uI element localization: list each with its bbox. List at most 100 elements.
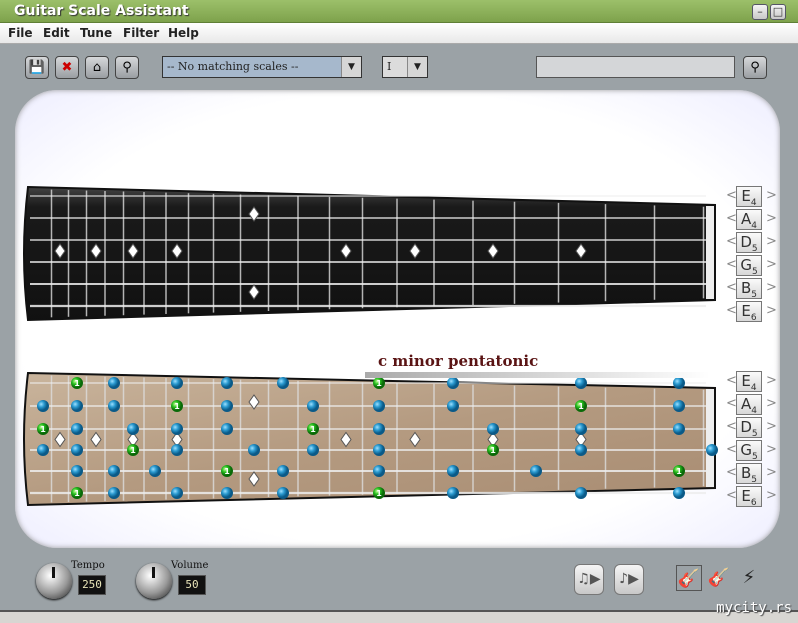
fretboards: 1 1 1 1 1 1 1 1 1 1 1 1	[23, 185, 718, 507]
tune-up-button[interactable]: >	[766, 396, 777, 411]
status-bar	[0, 610, 798, 623]
tune-up-button[interactable]: >	[766, 280, 777, 295]
tempo-knob[interactable]	[36, 563, 72, 599]
scale-note-dot	[307, 444, 319, 456]
play-chord-button[interactable]: ♪▶	[614, 564, 644, 595]
scale-note-dot	[373, 465, 385, 477]
tune-up-button[interactable]: >	[766, 419, 777, 434]
scale-note-dot	[71, 465, 83, 477]
electric-guitar-button[interactable]: 🎸	[706, 565, 732, 591]
root-note-label: 1	[74, 379, 80, 388]
play-scale-button[interactable]: ♫▶	[574, 564, 604, 595]
scale-note-dot	[673, 487, 685, 499]
scale-note-dot	[221, 377, 233, 389]
scale-note-dot	[108, 487, 120, 499]
tune-up-button[interactable]: >	[766, 488, 777, 503]
electric-guitar-icon: 🎸	[707, 567, 731, 588]
string-tuning-label: E6	[736, 486, 762, 508]
scale-note-dot	[575, 423, 587, 435]
acoustic-guitar-icon: 🎸	[677, 568, 701, 589]
scale-note-dot	[373, 423, 385, 435]
scale-note-dot	[108, 465, 120, 477]
scale-note-dot	[530, 465, 542, 477]
scale-note-dot	[575, 444, 587, 456]
scale-note-dot	[447, 400, 459, 412]
scale-note-dot	[373, 444, 385, 456]
acoustic-guitar-button[interactable]: 🎸	[676, 565, 702, 591]
root-note-label: 1	[676, 467, 682, 476]
scale-note-dot	[575, 377, 587, 389]
volume-knob[interactable]	[136, 563, 172, 599]
watermark: mycity.rs	[716, 600, 792, 616]
scale-note-dot	[37, 400, 49, 412]
string-tuning-label: B5	[736, 463, 762, 485]
scale-note-dot	[307, 400, 319, 412]
tune-up-button[interactable]: >	[766, 373, 777, 388]
scale-note-dot	[149, 465, 161, 477]
scale-note-dot	[171, 444, 183, 456]
scale-note-dot	[71, 423, 83, 435]
root-note-label: 1	[224, 467, 230, 476]
volume-display: 50	[178, 575, 206, 595]
string-tuning-label: G5	[736, 440, 762, 462]
string-tuning-label: E4	[736, 186, 762, 208]
root-note-label: 1	[74, 489, 80, 498]
string-tuning-label: D5	[736, 417, 762, 439]
scale-note-dot	[447, 487, 459, 499]
upper-fretboard	[23, 185, 716, 322]
scale-note-dot	[108, 377, 120, 389]
lower-fretboard	[23, 371, 716, 507]
root-note-label: 1	[376, 489, 382, 498]
scale-note-dot	[71, 400, 83, 412]
volume-label: Volume	[171, 560, 209, 571]
scale-note-dot	[706, 444, 718, 456]
string-tuning-label: D5	[736, 232, 762, 254]
scale-note-dot	[221, 400, 233, 412]
tune-up-button[interactable]: >	[766, 442, 777, 457]
tune-up-button[interactable]: >	[766, 465, 777, 480]
scale-note-dot	[221, 423, 233, 435]
string-tuning-label: E4	[736, 371, 762, 393]
scale-note-dot	[108, 400, 120, 412]
tune-up-button[interactable]: >	[766, 257, 777, 272]
string-tuning-label: G5	[736, 255, 762, 277]
string-tuning-label: A4	[736, 394, 762, 416]
scale-note-dot	[277, 377, 289, 389]
scale-note-dot	[37, 444, 49, 456]
play-chord-icon: ♪▶	[619, 571, 639, 587]
root-note-label: 1	[376, 379, 382, 388]
scale-note-dot	[127, 423, 139, 435]
scale-note-dot	[673, 400, 685, 412]
string-tuning-label: A4	[736, 209, 762, 231]
scale-note-dot	[487, 423, 499, 435]
root-note-label: 1	[174, 402, 180, 411]
scale-note-dot	[673, 377, 685, 389]
flying-v-guitar-button[interactable]: ⚡	[736, 565, 762, 591]
tune-up-button[interactable]: >	[766, 234, 777, 249]
scale-note-dot	[248, 444, 260, 456]
string-tuning-label: B5	[736, 278, 762, 300]
root-note-label: 1	[130, 446, 136, 455]
root-note-label: 1	[40, 425, 46, 434]
scale-note-dot	[277, 487, 289, 499]
scale-note-dot	[373, 400, 385, 412]
nut	[706, 389, 714, 487]
tune-up-button[interactable]: >	[766, 211, 777, 226]
scale-note-dot	[447, 465, 459, 477]
scale-note-dot	[171, 423, 183, 435]
tune-up-button[interactable]: >	[766, 188, 777, 203]
scale-note-dot	[171, 487, 183, 499]
scale-note-dot	[171, 377, 183, 389]
string-tuning-label: E6	[736, 301, 762, 323]
flying-v-guitar-icon: ⚡	[742, 567, 756, 588]
root-note-label: 1	[310, 425, 316, 434]
root-note-label: 1	[578, 402, 584, 411]
root-note-label: 1	[490, 446, 496, 455]
play-scale-icon: ♫▶	[577, 571, 601, 587]
scale-note-dot	[673, 423, 685, 435]
tempo-label: Tempo	[71, 560, 105, 571]
scale-note-dot	[71, 444, 83, 456]
scale-title-underline	[365, 372, 710, 378]
tune-up-button[interactable]: >	[766, 303, 777, 318]
scale-note-dot	[221, 487, 233, 499]
